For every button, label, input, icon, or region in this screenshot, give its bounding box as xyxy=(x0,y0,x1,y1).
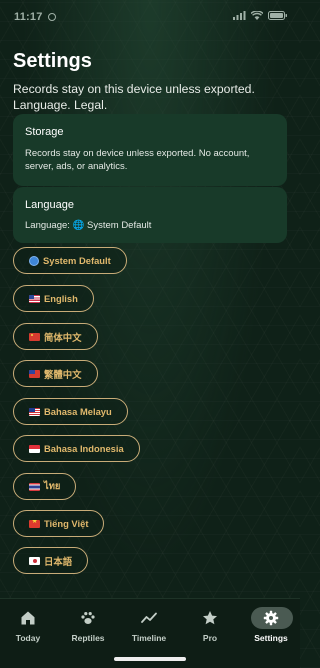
language-option-label: 简体中文 xyxy=(44,331,82,343)
tab-settings[interactable]: Settings xyxy=(243,607,299,649)
cn-flag-icon xyxy=(29,332,40,341)
signal-icon xyxy=(233,11,246,20)
us-flag-icon xyxy=(29,294,40,303)
status-icons xyxy=(233,11,288,20)
wifi-icon xyxy=(251,11,263,20)
language-option-label: Bahasa Indonesia xyxy=(44,443,124,454)
tw-flag-icon xyxy=(29,369,40,378)
my-flag-icon xyxy=(29,407,40,416)
tab-today[interactable]: Today xyxy=(0,607,56,649)
language-option-label: 繁體中文 xyxy=(44,368,82,380)
language-option-label: ไทย xyxy=(44,480,61,491)
language-option-vietnamese[interactable]: Tiếng Việt xyxy=(13,510,105,537)
th-flag-icon xyxy=(29,482,40,491)
storage-card: Storage Records stay on device unless ex… xyxy=(13,114,287,186)
tab-label: Pro xyxy=(202,633,218,643)
tab-label: Reptiles xyxy=(71,633,105,643)
language-option-label: System Default xyxy=(43,255,111,266)
paw-icon xyxy=(81,612,95,624)
home-indicator[interactable] xyxy=(114,657,186,661)
trend-line-icon xyxy=(141,612,157,623)
language-option-japanese[interactable]: 日本語 xyxy=(13,547,89,574)
tab-pro[interactable]: Pro xyxy=(182,607,238,649)
home-icon xyxy=(21,611,35,625)
status-bar: 11:17 xyxy=(0,0,300,34)
globe-icon xyxy=(29,255,39,266)
gear-icon xyxy=(263,610,279,626)
vn-flag-icon xyxy=(29,519,40,528)
current-language: Language: 🌐 System Default xyxy=(25,220,152,231)
id-flag-icon xyxy=(29,444,40,453)
language-option-label: Tiếng Việt xyxy=(44,518,89,529)
storage-card-title: Storage xyxy=(25,126,64,138)
storage-card-body: Records stay on device unless exported. … xyxy=(25,148,250,172)
language-option-simplified-chinese[interactable]: 简体中文 xyxy=(13,323,98,350)
page-title: Settings xyxy=(13,50,92,72)
page-subtitle: Records stay on this device unless expor… xyxy=(13,82,255,112)
language-card: Language Language: 🌐 System Default xyxy=(13,187,287,243)
language-option-bahasa-indonesia[interactable]: Bahasa Indonesia xyxy=(13,435,140,462)
jp-flag-icon xyxy=(29,556,40,565)
language-option-bahasa-melayu[interactable]: Bahasa Melayu xyxy=(13,398,128,425)
tab-label: Settings xyxy=(254,633,288,643)
language-option-label: 日本語 xyxy=(44,555,73,567)
language-option-label: Bahasa Melayu xyxy=(44,406,112,417)
battery-icon xyxy=(268,11,287,20)
tab-label: Timeline xyxy=(131,633,167,643)
language-option-english[interactable]: English xyxy=(13,285,94,312)
language-option-label: English xyxy=(44,293,78,304)
tab-label: Today xyxy=(15,633,41,643)
language-option-thai[interactable]: ไทย xyxy=(13,473,77,500)
language-option-system-default[interactable]: System Default xyxy=(13,247,127,274)
language-card-title: Language xyxy=(25,199,74,211)
language-option-traditional-chinese[interactable]: 繁體中文 xyxy=(13,360,98,387)
focus-mode-icon xyxy=(47,13,56,21)
status-time: 11:17 xyxy=(14,11,56,23)
tab-timeline[interactable]: Timeline xyxy=(121,607,177,649)
tab-reptiles[interactable]: Reptiles xyxy=(60,607,116,649)
star-icon xyxy=(203,611,217,625)
